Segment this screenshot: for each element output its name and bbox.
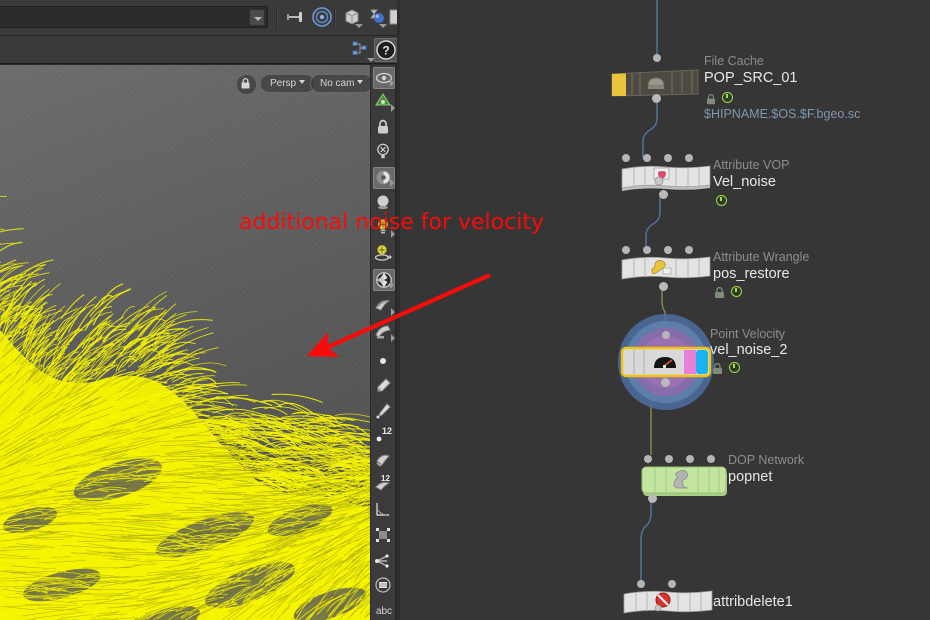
- toolbar-divider: [276, 6, 278, 28]
- display-flag-icon[interactable]: [716, 195, 727, 206]
- text-abc-icon[interactable]: abc: [373, 601, 395, 620]
- attribdelete-icon: [623, 590, 713, 614]
- lock-flag-icon[interactable]: [714, 286, 724, 298]
- input-port[interactable]: [664, 246, 672, 254]
- input-port[interactable]: [643, 154, 651, 162]
- input-port[interactable]: [653, 54, 661, 62]
- svg-text:?: ?: [382, 44, 389, 58]
- input-port[interactable]: [644, 455, 652, 463]
- paint-bucket-icon[interactable]: [373, 449, 395, 471]
- transform-handle-icon[interactable]: [373, 525, 395, 547]
- node-name-label: vel_noise_2: [710, 342, 788, 358]
- display-flag-icon[interactable]: [729, 362, 740, 373]
- place-light-icon[interactable]: [373, 243, 395, 265]
- target-icon[interactable]: [310, 5, 334, 29]
- point-velocity-icon: [620, 346, 712, 378]
- output-port[interactable]: [661, 378, 670, 387]
- lock-flag-icon[interactable]: [706, 92, 715, 105]
- lock-tool-icon[interactable]: [373, 117, 395, 139]
- select-tool-icon[interactable]: [373, 91, 395, 113]
- measure-icon[interactable]: [373, 499, 395, 521]
- number-point-icon[interactable]: 12: [373, 425, 395, 447]
- houdini-window: ? Persp No cam 12 12 abc File Cache POP_…: [0, 0, 930, 620]
- node-name-label: popnet: [728, 469, 773, 485]
- node-type-label: Attribute Wrangle: [713, 250, 810, 264]
- node-type-label: DOP Network: [728, 453, 805, 467]
- node-name-label: attribdelete1: [713, 594, 793, 610]
- scene-viewport[interactable]: Persp No cam: [0, 65, 370, 620]
- comb-hair-icon[interactable]: [373, 321, 395, 343]
- text-abc-label: abc: [375, 606, 393, 617]
- input-port[interactable]: [685, 154, 693, 162]
- path-toolbar: [0, 0, 400, 36]
- node-graph-icon[interactable]: [350, 39, 375, 62]
- input-port[interactable]: [662, 331, 670, 339]
- input-port[interactable]: [685, 246, 693, 254]
- input-port[interactable]: [664, 154, 672, 162]
- node-name-label: pos_restore: [713, 266, 790, 282]
- annotation-label: additional noise for velocity: [239, 210, 544, 235]
- node-name-label: POP_SRC_01: [704, 70, 798, 86]
- lock-flag-icon[interactable]: [712, 362, 722, 374]
- chevron-down-icon: [357, 80, 364, 84]
- view-tool-icon[interactable]: [373, 67, 395, 89]
- camera-sphere-icon[interactable]: [373, 269, 395, 291]
- output-port[interactable]: [652, 94, 661, 103]
- toolbar-divider: [334, 6, 336, 28]
- view-mode-label: Persp: [270, 78, 297, 89]
- number-fill-icon[interactable]: 12: [373, 473, 395, 495]
- eyedropper-icon[interactable]: [373, 401, 395, 423]
- connect-points-icon[interactable]: [373, 551, 395, 573]
- shading-mode-icon[interactable]: [364, 5, 388, 29]
- node-name-label: Vel_noise: [713, 174, 776, 190]
- output-port[interactable]: [659, 282, 668, 291]
- viewport-sub-toolbar: ?: [0, 36, 400, 64]
- input-port[interactable]: [686, 455, 694, 463]
- box-display-icon[interactable]: [340, 5, 364, 29]
- select-none-icon[interactable]: [373, 141, 395, 163]
- input-port[interactable]: [643, 246, 651, 254]
- camera-label: No cam: [320, 78, 355, 89]
- chevron-down-icon: [299, 80, 306, 84]
- node-type-label: File Cache: [704, 54, 764, 68]
- input-port[interactable]: [707, 455, 715, 463]
- view-mode-selector[interactable]: Persp: [260, 74, 316, 93]
- point-icon[interactable]: [373, 351, 395, 373]
- node-type-label: Attribute VOP: [713, 158, 790, 172]
- wire-velnoise-posrestore: [645, 196, 661, 250]
- input-port[interactable]: [622, 154, 630, 162]
- node-file-label: $HIPNAME.$OS.$F.bgeo.sc: [704, 107, 861, 121]
- display-flag-icon[interactable]: [722, 92, 733, 103]
- viewport-lock-button[interactable]: [236, 74, 257, 95]
- brush-icon[interactable]: [373, 375, 395, 397]
- input-port[interactable]: [637, 580, 645, 588]
- output-port[interactable]: [648, 494, 657, 503]
- svg-text:12: 12: [381, 474, 390, 483]
- display-flag-icon[interactable]: [731, 286, 742, 297]
- primitive-icon[interactable]: [373, 575, 395, 597]
- input-port[interactable]: [622, 246, 630, 254]
- network-editor[interactable]: File Cache POP_SRC_01 $HIPNAME.$OS.$F.bg…: [400, 0, 930, 620]
- viewport-pane: ? Persp No cam 12 12 abc: [0, 0, 400, 620]
- fur-render: [0, 195, 370, 620]
- help-icon[interactable]: ?: [374, 38, 398, 62]
- wire-popnet-attribdelete: [640, 494, 652, 584]
- handle-tool-icon[interactable]: [373, 167, 395, 189]
- chevron-down-icon[interactable]: [249, 9, 265, 26]
- input-port[interactable]: [665, 455, 673, 463]
- paint-hair-icon[interactable]: [373, 295, 395, 317]
- node-type-label: Point Velocity: [710, 327, 786, 341]
- camera-selector[interactable]: No cam: [310, 74, 370, 93]
- path-input[interactable]: [0, 6, 268, 28]
- viewport-tool-strip: 12 12 abc: [370, 65, 396, 620]
- input-port[interactable]: [668, 580, 676, 588]
- output-port[interactable]: [659, 190, 668, 199]
- svg-text:12: 12: [382, 426, 392, 436]
- pin-icon[interactable]: [284, 5, 308, 29]
